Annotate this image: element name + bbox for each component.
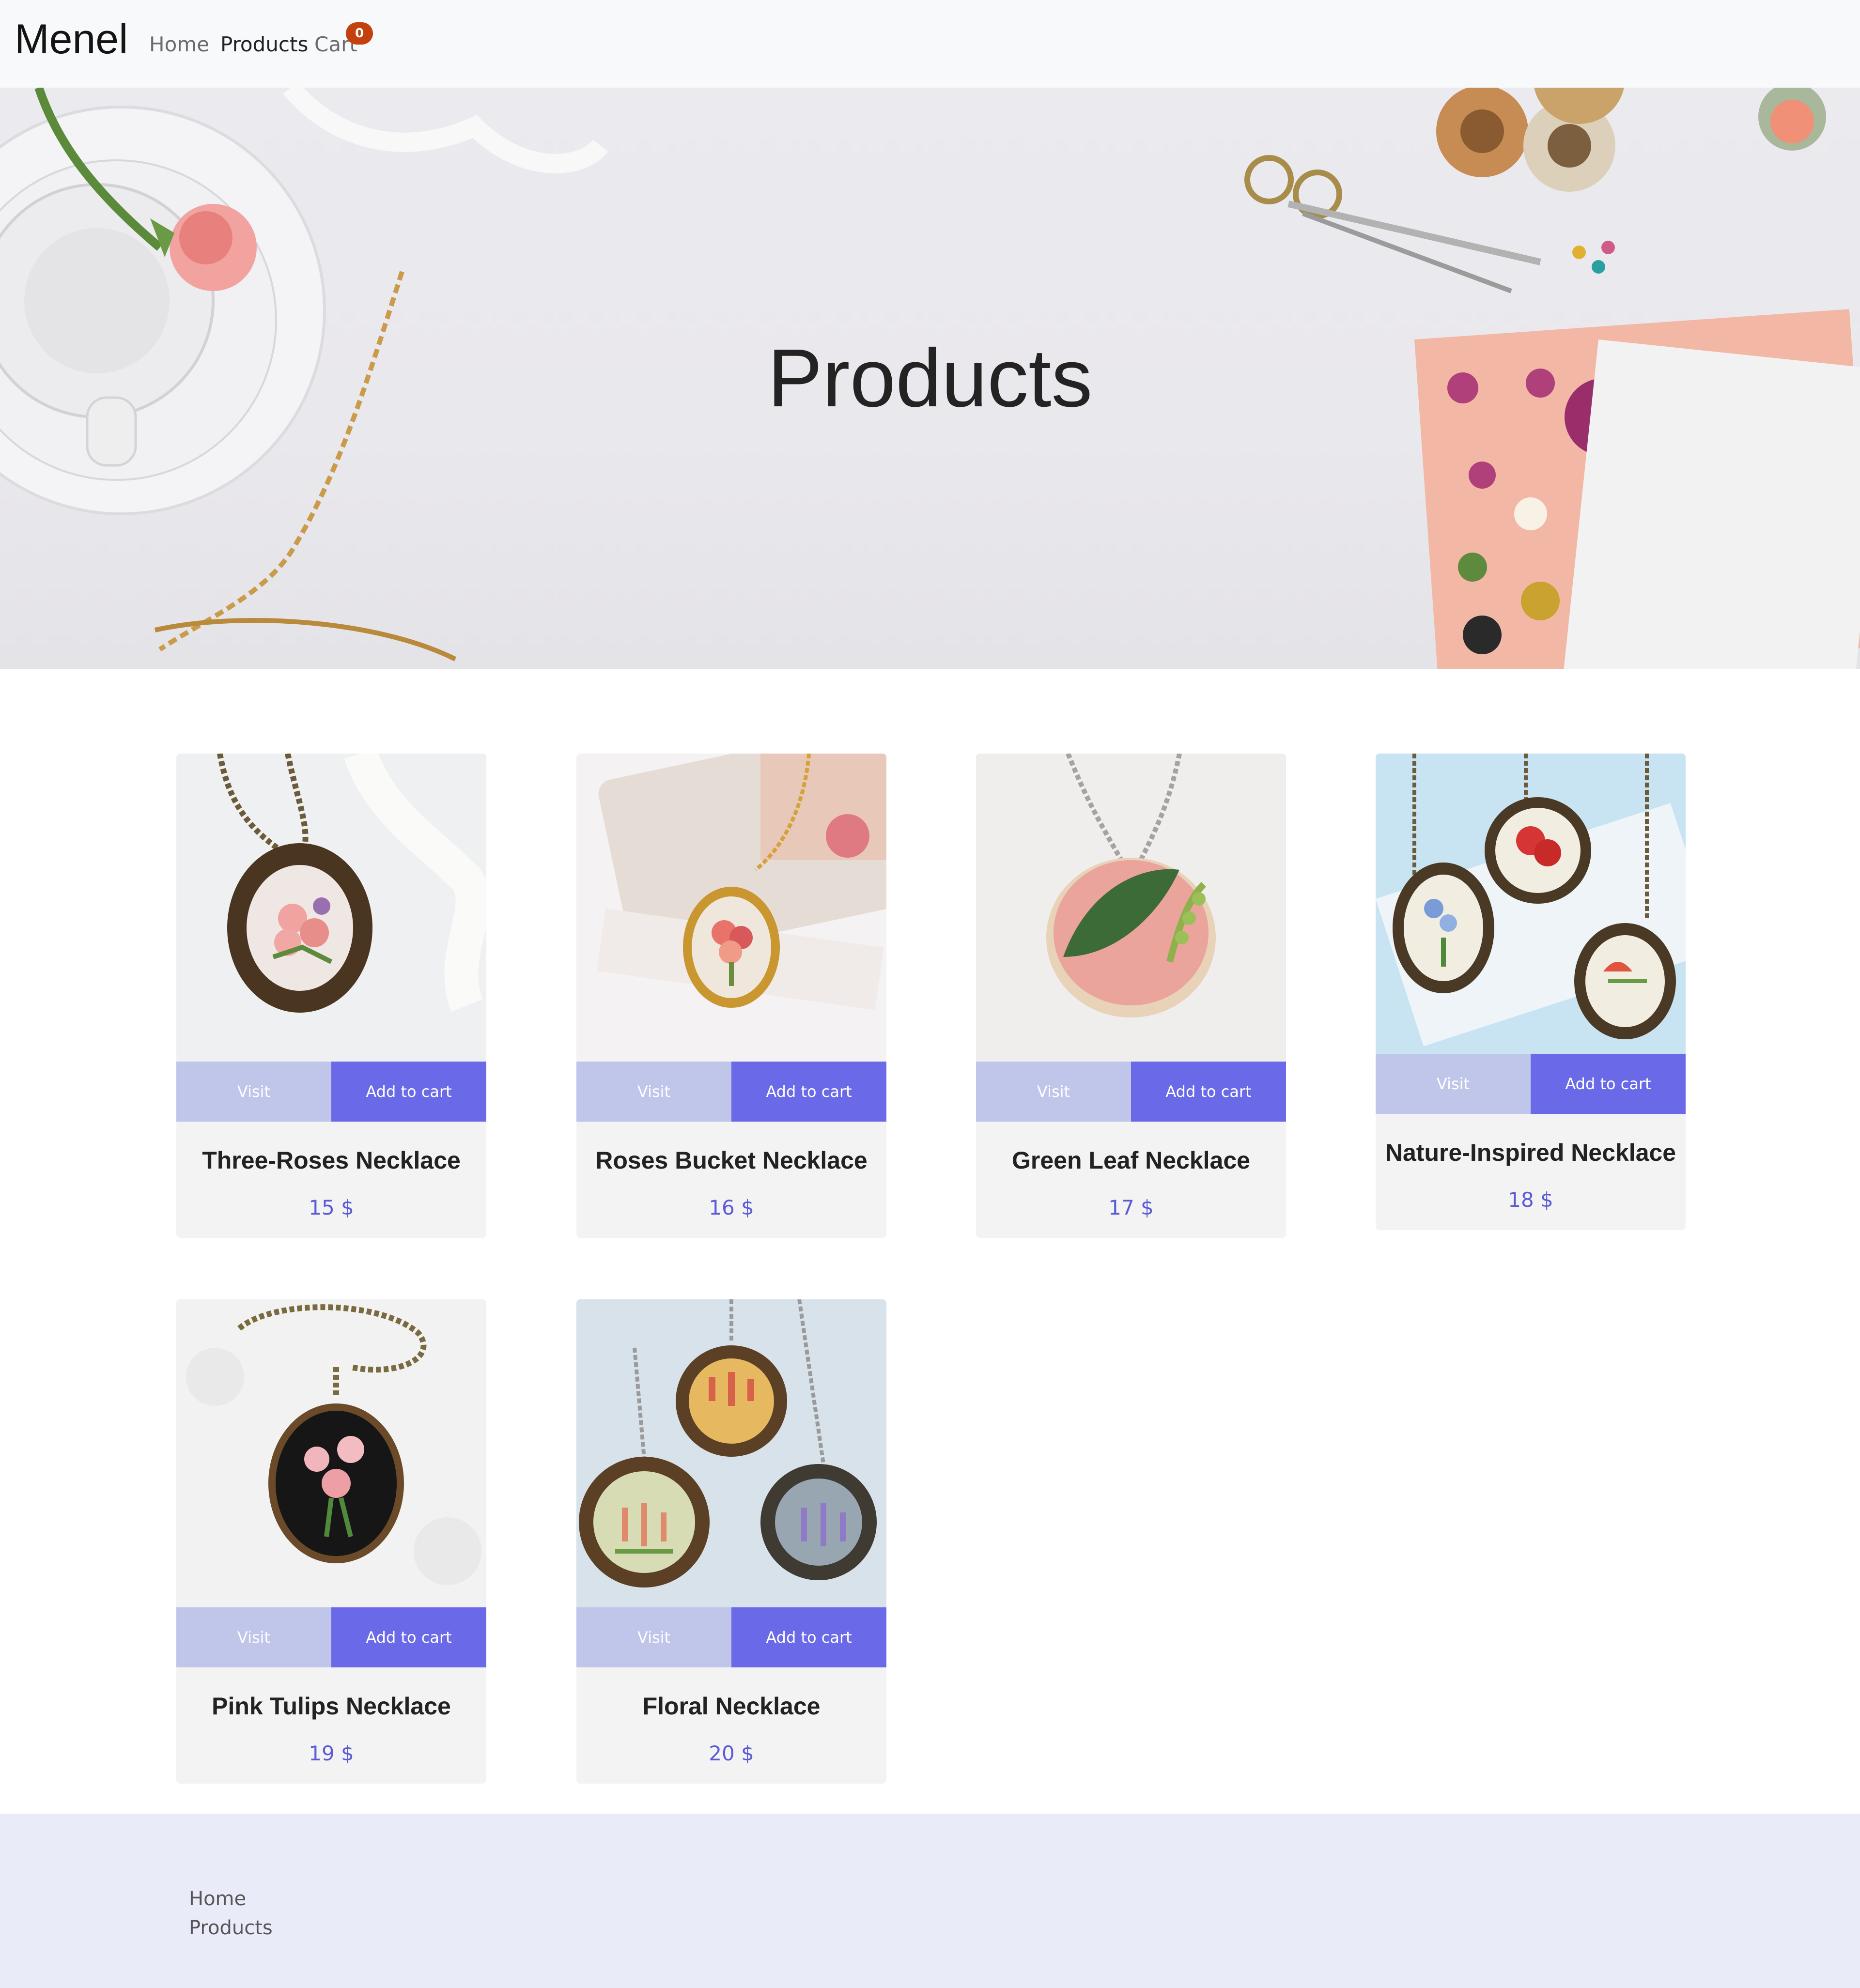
product-card: Visit Add to cart Nature-Inspired Neckla… [1376,754,1686,1230]
nav-home-link[interactable]: Home [149,32,209,57]
brand-logo[interactable]: Menel [15,13,128,66]
add-to-cart-button[interactable]: Add to cart [1531,1054,1686,1114]
product-price: 16 $ [709,1196,754,1219]
visit-button[interactable]: Visit [576,1062,731,1122]
nav-products-link[interactable]: Products [220,32,308,57]
product-image-green-leaf-necklace[interactable] [976,754,1286,1062]
cart-count-badge: 0 [346,22,373,45]
product-name[interactable]: Roses Bucket Necklace [576,1146,886,1175]
add-to-cart-button[interactable]: Add to cart [331,1062,486,1122]
footer: Home Products [0,1814,1860,1988]
visit-button[interactable]: Visit [176,1607,331,1667]
visit-button[interactable]: Visit [976,1062,1131,1122]
navbar: Menel Home Products Cart 0 [0,0,1860,88]
product-name[interactable]: Three-Roses Necklace [176,1146,486,1175]
add-to-cart-button[interactable]: Add to cart [731,1062,886,1122]
product-price: 18 $ [1508,1188,1553,1212]
product-card: Visit Add to cart Roses Bucket Necklace … [576,754,886,1238]
product-name[interactable]: Pink Tulips Necklace [176,1692,486,1721]
product-card: Visit Add to cart Pink Tulips Necklace 1… [176,1299,486,1784]
product-name[interactable]: Floral Necklace [576,1692,886,1721]
product-card: Visit Add to cart Floral Necklace 20 $ [576,1299,886,1784]
add-to-cart-button[interactable]: Add to cart [731,1607,886,1667]
product-image-pink-tulips-necklace[interactable] [176,1299,486,1607]
page-title: Products [767,332,1093,424]
hero-banner: Products [0,88,1860,669]
product-image-three-roses-necklace[interactable] [176,754,486,1062]
product-price: 20 $ [709,1741,754,1765]
visit-button[interactable]: Visit [1376,1054,1531,1114]
product-image-floral-necklace[interactable] [576,1299,886,1607]
product-image-nature-inspired-necklace[interactable] [1376,754,1686,1054]
product-card: Visit Add to cart Three-Roses Necklace 1… [176,754,486,1238]
product-image-roses-bucket-necklace[interactable] [576,754,886,1062]
product-price: 15 $ [309,1196,354,1219]
add-to-cart-button[interactable]: Add to cart [1131,1062,1286,1122]
product-name[interactable]: Nature-Inspired Necklace [1376,1138,1686,1167]
visit-button[interactable]: Visit [176,1062,331,1122]
footer-products-link[interactable]: Products [189,1915,273,1941]
footer-home-link[interactable]: Home [189,1886,246,1911]
visit-button[interactable]: Visit [576,1607,731,1667]
product-card: Visit Add to cart Green Leaf Necklace 17… [976,754,1286,1238]
product-name[interactable]: Green Leaf Necklace [976,1146,1286,1175]
add-to-cart-button[interactable]: Add to cart [331,1607,486,1667]
product-price: 19 $ [309,1741,354,1765]
product-price: 17 $ [1108,1196,1154,1219]
